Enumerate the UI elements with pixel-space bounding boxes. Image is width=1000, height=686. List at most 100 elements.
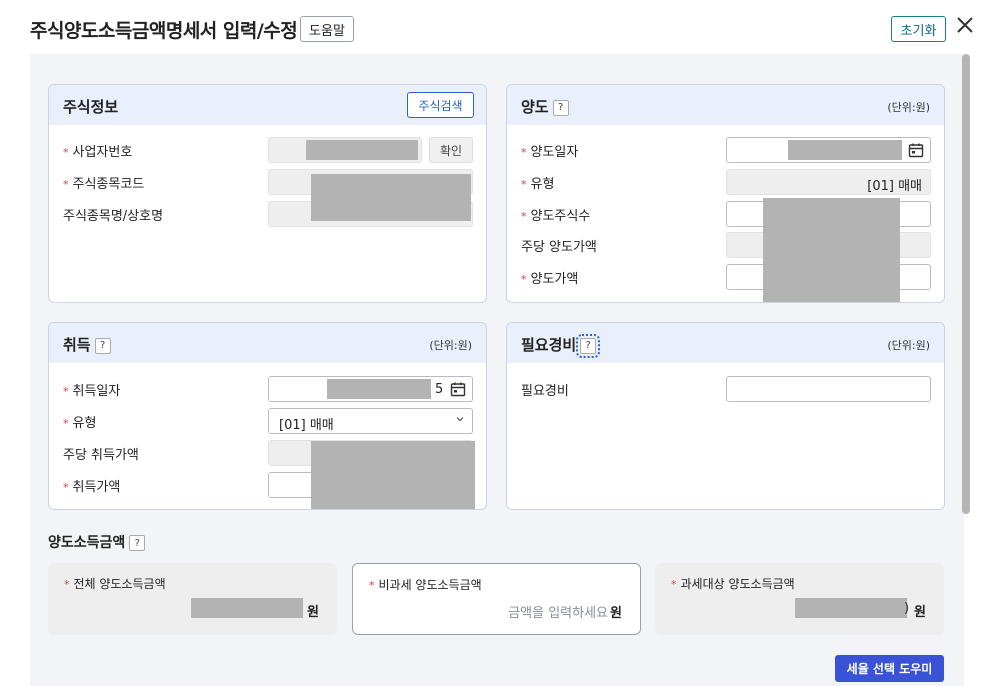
section-title-text: 양도소득금액: [48, 535, 126, 551]
redacted-block: [311, 174, 471, 221]
label-text: 주식종목코드: [72, 177, 145, 192]
acquire-type-select[interactable]: [01] 매매: [268, 408, 473, 434]
nontax-income-placeholder: 금액을 입력하세요: [508, 606, 608, 621]
card-header: 양도? (단위:원): [507, 85, 944, 125]
taxable-fragment: ): [904, 601, 910, 616]
transfer-card: 양도? (단위:원) * 양도일자 * 유형 [01] 매매 * 양도주식수 주당 양…: [506, 84, 945, 303]
chevron-down-icon: [456, 417, 464, 422]
card-title-text: 필요경비: [521, 336, 577, 354]
card-title: 양도?: [521, 96, 569, 117]
taxable-income-label: * 과세대상 양도소득금액: [671, 575, 795, 592]
acquire-price-label: * 취득가액: [63, 476, 120, 495]
unit-label: (단위:원): [887, 339, 930, 352]
redacted-block: [788, 140, 902, 160]
label-text: 유형: [72, 416, 97, 431]
label-text: 전체 양도소득금액: [73, 577, 166, 591]
currency-unit: 원: [610, 606, 622, 621]
card-title: 필요경비?: [521, 333, 601, 358]
currency-unit: 원: [914, 605, 926, 620]
required-mark: *: [521, 273, 527, 286]
required-mark: *: [63, 417, 69, 430]
redacted-block: [327, 379, 431, 399]
per-share-transfer-label: 주당 양도가액: [521, 240, 597, 255]
nontax-income-label: * 비과세 양도소득금액: [369, 576, 482, 593]
required-mark: *: [63, 146, 69, 159]
label-text: 취득가액: [72, 480, 121, 495]
question-icon[interactable]: ?: [129, 535, 146, 551]
calendar-icon[interactable]: [450, 381, 466, 397]
card-title-text: 양도: [521, 98, 549, 116]
redacted-block: [763, 198, 900, 302]
required-mark: *: [671, 578, 677, 591]
label-text: 양도일자: [530, 145, 579, 160]
label-text: 취득일자: [72, 384, 121, 399]
stock-income-modal: 주식양도소득금액명세서 입력/수정 도움말 초기화 주식정보 주식검색 * 사업자…: [0, 0, 1000, 686]
transfer-price-label: * 양도가액: [521, 268, 578, 287]
card-header: 필요경비? (단위:원): [507, 323, 944, 363]
scrollbar[interactable]: [962, 54, 970, 514]
required-mark: *: [521, 178, 527, 191]
business-no-label: * 사업자번호: [63, 141, 132, 160]
taxable-income-box: * 과세대상 양도소득금액 ) 원: [655, 563, 944, 635]
required-mark: *: [64, 578, 70, 591]
acquire-type-value: [01] 매매: [279, 418, 334, 433]
card-header: 취득? (단위:원): [49, 323, 486, 363]
question-icon[interactable]: ?: [552, 99, 569, 116]
required-mark: *: [63, 481, 69, 494]
acquire-type-label: * 유형: [63, 412, 96, 431]
question-icon[interactable]: ?: [576, 333, 601, 358]
transfer-type-label: * 유형: [521, 173, 554, 192]
label-text: 사업자번호: [72, 145, 133, 160]
currency-unit: 원: [307, 605, 319, 620]
label-text: 유형: [530, 177, 555, 192]
acquire-date-fragment: 5: [435, 382, 444, 397]
expense-field[interactable]: [726, 376, 931, 402]
label-text: 양도가액: [530, 272, 579, 287]
label-text: 비과세 양도소득금액: [378, 578, 482, 592]
per-share-acquire-label: 주당 취득가액: [63, 448, 139, 463]
stock-code-label: * 주식종목코드: [63, 173, 144, 192]
question-icon[interactable]: ?: [94, 337, 111, 354]
acquire-card: 취득? (단위:원) * 취득일자 5 * 유형 [01] 매매 주당 취득가액 *…: [48, 322, 487, 510]
total-income-box: * 전체 양도소득금액 원: [48, 563, 337, 635]
card-header: 주식정보 주식검색: [49, 85, 486, 125]
transfer-type-value: [01] 매매: [867, 179, 922, 194]
stock-name-label: 주식종목명/상호명: [63, 209, 164, 224]
modal-title: 주식양도소득금액명세서 입력/수정: [30, 20, 298, 42]
label-text: 과세대상 양도소득금액: [680, 577, 795, 591]
total-income-label: * 전체 양도소득금액: [64, 575, 166, 592]
unit-label: (단위:원): [429, 339, 472, 352]
redacted-block: [191, 598, 303, 618]
close-icon[interactable]: [954, 14, 976, 36]
required-mark: *: [521, 146, 527, 159]
redacted-block: [311, 441, 475, 509]
redacted-block: [306, 140, 418, 160]
required-mark: *: [369, 579, 375, 592]
confirm-button[interactable]: 확인: [429, 137, 473, 163]
calendar-icon[interactable]: [908, 142, 924, 158]
required-mark: *: [63, 385, 69, 398]
acquire-date-label: * 취득일자: [63, 380, 120, 399]
label-text: 양도주식수: [530, 209, 591, 224]
nontax-income-box[interactable]: * 비과세 양도소득금액 금액을 입력하세요 원: [352, 563, 641, 635]
transfer-date-label: * 양도일자: [521, 141, 578, 160]
transfer-type-field: [01] 매매: [726, 169, 931, 195]
transfer-qty-label: * 양도주식수: [521, 205, 590, 224]
card-title: 취득?: [63, 334, 111, 355]
redacted-block: [795, 598, 907, 618]
income-section-title: 양도소득금액?: [48, 532, 146, 552]
stock-search-button[interactable]: 주식검색: [407, 92, 474, 118]
required-mark: *: [521, 210, 527, 223]
scrollbar-thumb[interactable]: [962, 54, 970, 514]
unit-label: (단위:원): [887, 101, 930, 114]
expense-label: 필요경비: [521, 384, 569, 399]
reset-button[interactable]: 초기화: [891, 16, 946, 42]
card-title: 주식정보: [63, 98, 119, 116]
expense-card: 필요경비? (단위:원) 필요경비: [506, 322, 945, 510]
modal-header: 주식양도소득금액명세서 입력/수정 도움말 초기화: [0, 0, 1000, 56]
tax-rate-helper-button[interactable]: 세율 선택 도우미: [835, 655, 944, 682]
card-title-text: 취득: [63, 336, 91, 354]
required-mark: *: [63, 178, 69, 191]
stock-info-card: 주식정보 주식검색 * 사업자번호 확인 * 주식종목코드 주식종목명/상호명: [48, 84, 487, 303]
help-button[interactable]: 도움말: [300, 16, 354, 42]
